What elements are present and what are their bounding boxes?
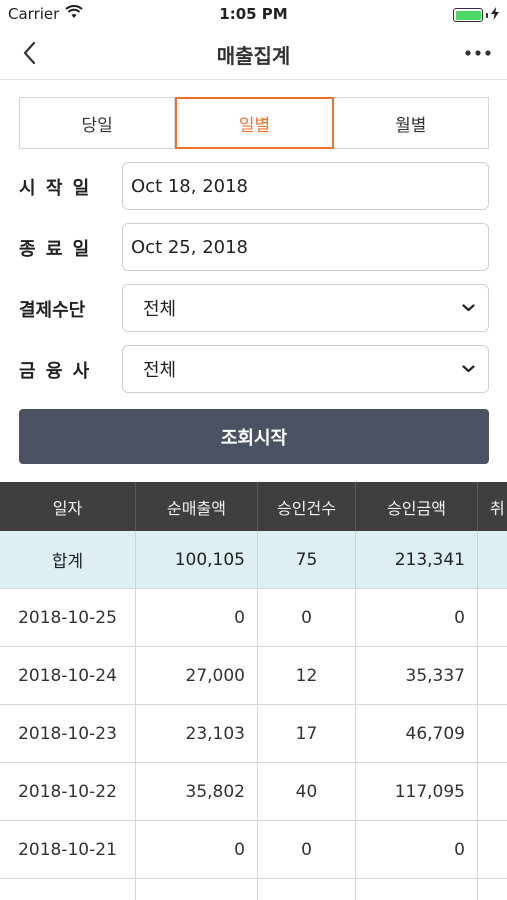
page-title: 매출집계 bbox=[216, 44, 291, 68]
end-date-row: 종 료 일 Oct 25, 2018 bbox=[19, 223, 489, 271]
row-date: 2018-10-22 bbox=[0, 763, 136, 820]
segment-daily-today[interactable]: 당일 bbox=[20, 98, 176, 148]
row-net-sales: 0 bbox=[136, 589, 258, 646]
chevron-down-icon bbox=[448, 345, 488, 393]
financial-company-label: 금 융 사 bbox=[19, 361, 92, 382]
row-approval-count: 17 bbox=[258, 705, 356, 762]
payment-method-label: 결제수단 bbox=[19, 300, 86, 321]
row-cancel bbox=[478, 763, 507, 820]
row-approval-amount bbox=[356, 879, 478, 900]
financial-company-value: 전체 bbox=[143, 360, 177, 381]
row-approval-amount: 0 bbox=[356, 821, 478, 878]
row-date: 2018-10-24 bbox=[0, 647, 136, 704]
payment-method-select[interactable]: 전체 bbox=[122, 284, 489, 332]
start-date-field[interactable]: Oct 18, 2018 bbox=[122, 162, 489, 210]
start-date-value: Oct 18, 2018 bbox=[131, 175, 248, 197]
total-cancel bbox=[478, 531, 507, 588]
row-net-sales bbox=[136, 879, 258, 900]
header-approval-amount[interactable]: 승인금액 bbox=[356, 482, 478, 531]
battery-tip bbox=[486, 12, 488, 18]
more-button[interactable] bbox=[463, 38, 493, 68]
row-approval-count bbox=[258, 879, 356, 900]
end-date-label: 종 료 일 bbox=[19, 239, 92, 260]
end-date-value: Oct 25, 2018 bbox=[131, 236, 248, 258]
table-row[interactable]: 2018-10-25 0 0 0 bbox=[0, 589, 507, 647]
row-net-sales: 23,103 bbox=[136, 705, 258, 762]
row-cancel bbox=[478, 589, 507, 646]
row-cancel bbox=[478, 705, 507, 762]
total-row[interactable]: 합계 100,105 75 213,341 bbox=[0, 531, 507, 589]
row-cancel bbox=[478, 647, 507, 704]
header-cancel[interactable]: 취 bbox=[478, 482, 507, 531]
payment-method-row: 결제수단 전체 bbox=[19, 284, 489, 332]
row-date: 2018-10-21 bbox=[0, 821, 136, 878]
table-row[interactable] bbox=[0, 879, 507, 900]
status-bar: Carrier 1:05 PM bbox=[0, 0, 507, 28]
status-right bbox=[453, 6, 499, 24]
total-approval-amount: 213,341 bbox=[356, 531, 478, 588]
charging-icon bbox=[491, 6, 499, 24]
payment-method-value: 전체 bbox=[143, 299, 177, 320]
search-start-button[interactable]: 조회시작 bbox=[19, 409, 489, 464]
row-approval-count: 12 bbox=[258, 647, 356, 704]
row-approval-count: 0 bbox=[258, 821, 356, 878]
row-cancel bbox=[478, 879, 507, 900]
table-row[interactable]: 2018-10-22 35,802 40 117,095 bbox=[0, 763, 507, 821]
total-label: 합계 bbox=[0, 531, 136, 588]
row-cancel bbox=[478, 821, 507, 878]
battery-icon bbox=[453, 8, 483, 22]
start-date-label: 시 작 일 bbox=[19, 178, 92, 199]
row-approval-count: 40 bbox=[258, 763, 356, 820]
total-net-sales: 100,105 bbox=[136, 531, 258, 588]
period-segmented-control: 당일 일별 월별 bbox=[19, 97, 489, 149]
header-net-sales[interactable]: 순매출액 bbox=[136, 482, 258, 531]
row-approval-count: 0 bbox=[258, 589, 356, 646]
segment-by-day[interactable]: 일별 bbox=[175, 97, 334, 149]
total-approval-count: 75 bbox=[258, 531, 356, 588]
row-net-sales: 27,000 bbox=[136, 647, 258, 704]
table-row[interactable]: 2018-10-21 0 0 0 bbox=[0, 821, 507, 879]
row-net-sales: 0 bbox=[136, 821, 258, 878]
row-approval-amount: 46,709 bbox=[356, 705, 478, 762]
row-date: 2018-10-23 bbox=[0, 705, 136, 762]
end-date-field[interactable]: Oct 25, 2018 bbox=[122, 223, 489, 271]
row-approval-amount: 117,095 bbox=[356, 763, 478, 820]
sales-summary-table: 일자 순매출액 승인건수 승인금액 취 합계 100,105 75 213,34… bbox=[0, 482, 507, 900]
table-row[interactable]: 2018-10-23 23,103 17 46,709 bbox=[0, 705, 507, 763]
financial-company-row: 금 융 사 전체 bbox=[19, 345, 489, 393]
row-date: 2018-10-25 bbox=[0, 589, 136, 646]
table-row[interactable]: 2018-10-24 27,000 12 35,337 bbox=[0, 647, 507, 705]
row-approval-amount: 0 bbox=[356, 589, 478, 646]
financial-company-select[interactable]: 전체 bbox=[122, 345, 489, 393]
segment-by-month[interactable]: 월별 bbox=[334, 98, 488, 148]
start-date-row: 시 작 일 Oct 18, 2018 bbox=[19, 162, 489, 210]
header-approval-count[interactable]: 승인건수 bbox=[258, 482, 356, 531]
status-time: 1:05 PM bbox=[219, 5, 288, 23]
more-horizontal-icon bbox=[465, 50, 491, 56]
row-date bbox=[0, 879, 136, 900]
row-net-sales: 35,802 bbox=[136, 763, 258, 820]
row-approval-amount: 35,337 bbox=[356, 647, 478, 704]
header-date[interactable]: 일자 bbox=[0, 482, 136, 531]
table-header-row: 일자 순매출액 승인건수 승인금액 취 bbox=[0, 482, 507, 531]
chevron-down-icon bbox=[448, 284, 488, 332]
nav-bar: 매출집계 bbox=[0, 28, 507, 80]
